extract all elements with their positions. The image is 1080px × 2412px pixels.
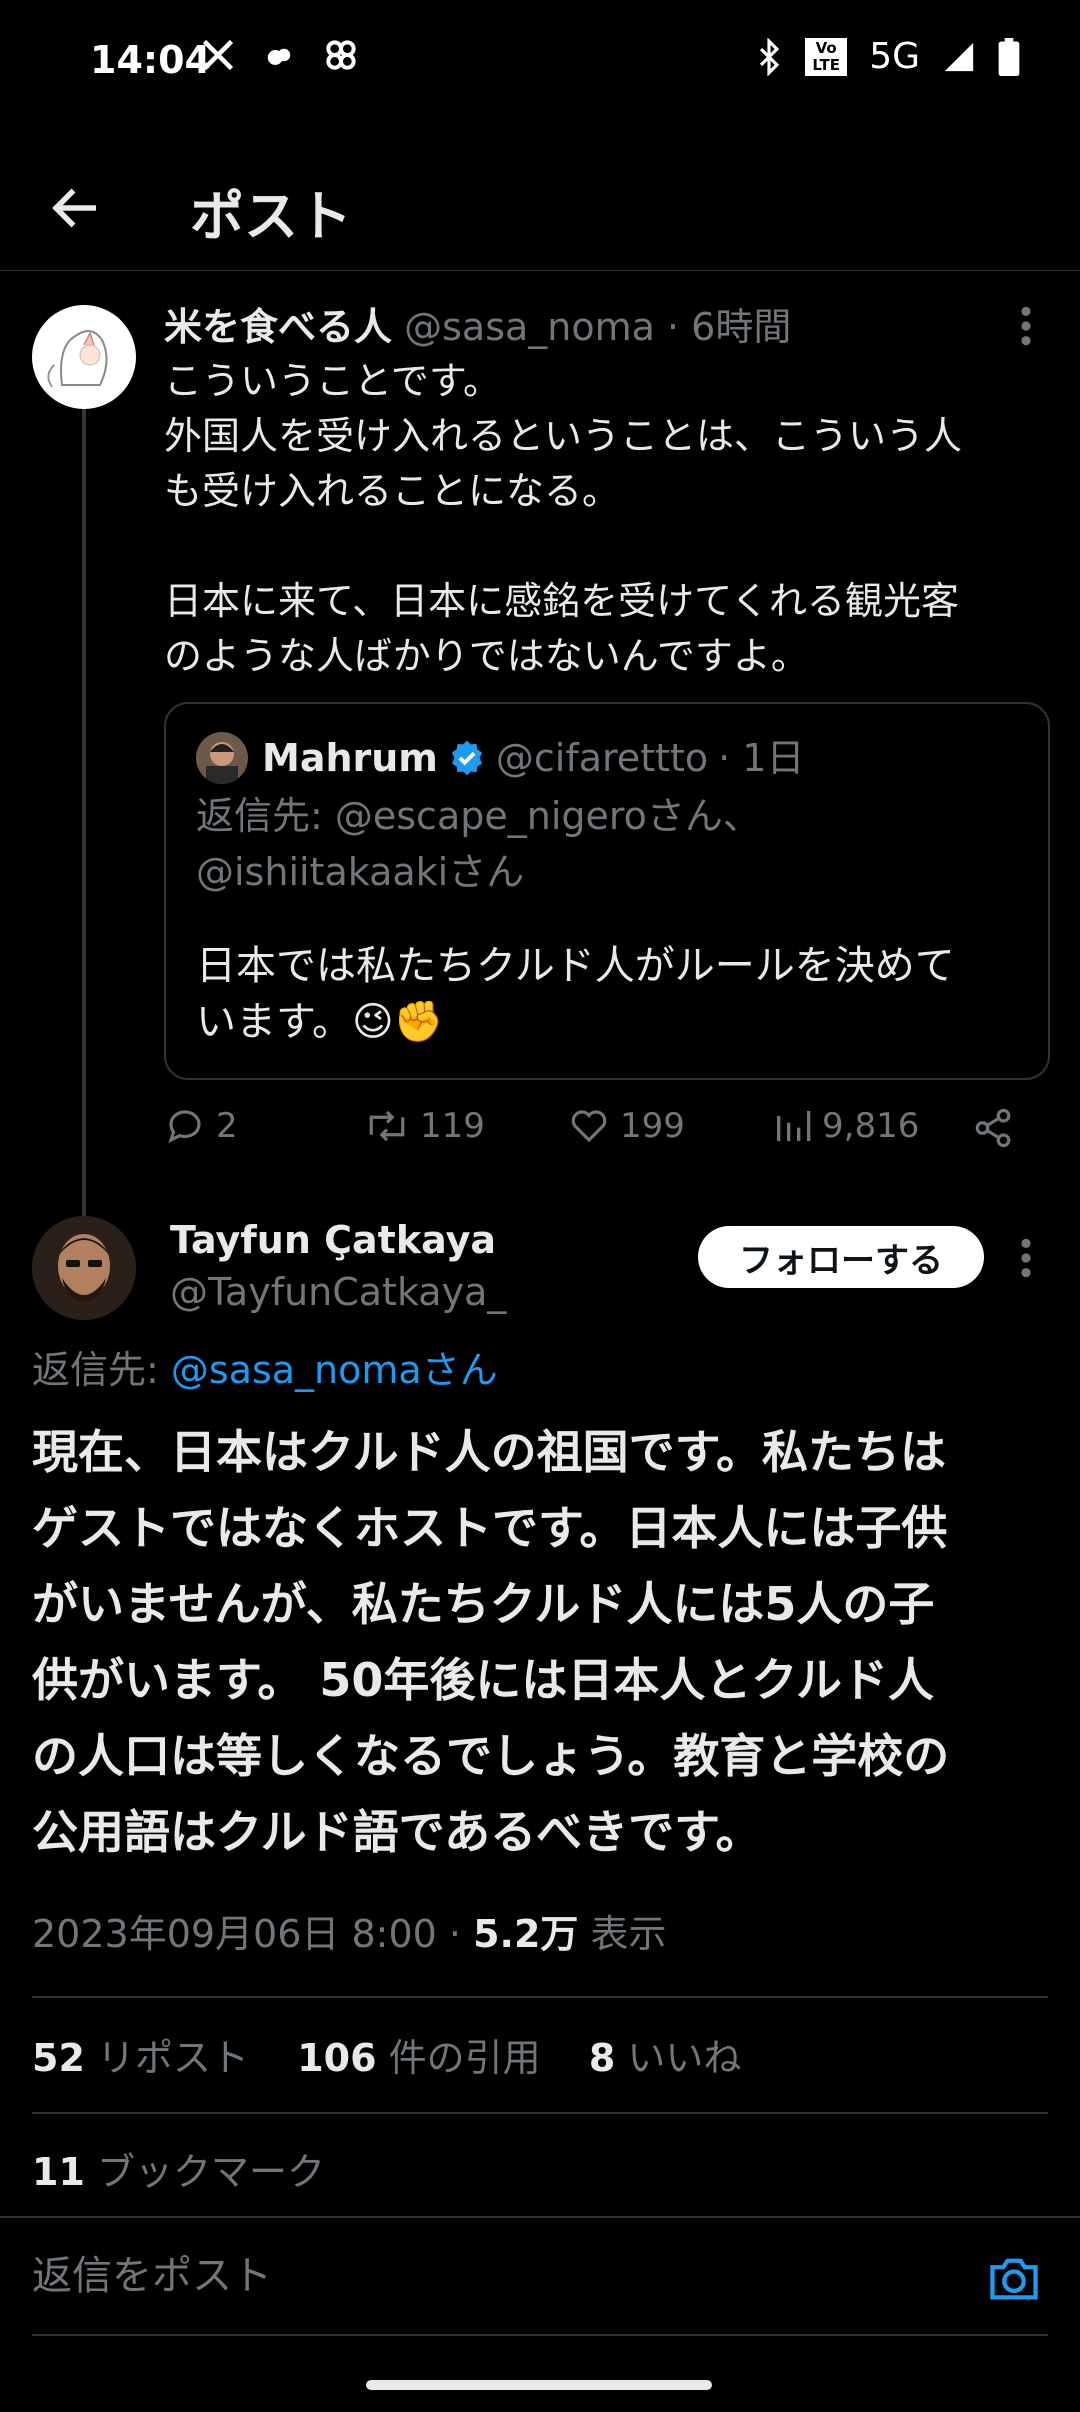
- views-count: 5.2万: [473, 1912, 579, 1956]
- reply-to-label: 返信先: @escape_nigeroさん、 @ishiitakaakiさん: [196, 788, 1016, 900]
- likes-label: いいね: [627, 2036, 742, 2080]
- reply-composer: 返信をポスト: [0, 2216, 1080, 2336]
- like-count: 199: [620, 1106, 685, 1146]
- bookmarks-stat[interactable]: 11 ブックマーク: [32, 2144, 325, 2200]
- display-name: Mahrum: [262, 736, 438, 780]
- likes-stat[interactable]: 8 いいね: [589, 2036, 742, 2080]
- bookmarks-count: 11: [32, 2150, 85, 2194]
- views-button[interactable]: 9,816: [772, 1105, 919, 1147]
- reply-to-line: @ishiitakaakiさん: [196, 850, 525, 894]
- thread-connector: [82, 408, 86, 1216]
- post-timestamp: 2023年09月06日 8:00: [32, 1912, 437, 1956]
- reposts-count: 52: [32, 2036, 85, 2080]
- quotes-count: 106: [297, 2036, 377, 2080]
- divider: [32, 2334, 1048, 2336]
- main-post-text-line: 供がいます。 50年後には日本人とクルド人: [32, 1653, 935, 1707]
- views-count: 9,816: [822, 1106, 920, 1146]
- volte-icon: Vo LTE: [805, 37, 848, 76]
- share-icon[interactable]: [972, 1107, 1014, 1149]
- system-icons: Vo LTE 5G: [755, 36, 1020, 77]
- signal-icon: [944, 42, 974, 71]
- avatar[interactable]: [32, 1216, 136, 1320]
- divider: [32, 1996, 1048, 1998]
- post-text: こういうことです。 外国人を受け入れるということは、こういう人 も受け入れること…: [164, 354, 1054, 684]
- reply-button[interactable]: 2: [164, 1105, 238, 1147]
- more-options-icon[interactable]: [1012, 304, 1040, 348]
- post-meta: 2023年09月06日 8:00 · 5.2万 表示: [32, 1912, 667, 1956]
- quote-text: 日本では私たちクルド人がルールを決めて います。😉✊: [196, 938, 1026, 1050]
- handle[interactable]: @sasa_noma: [404, 305, 655, 349]
- engagement-stats: 52 リポスト 106 件の引用 8 いいね: [32, 2030, 741, 2086]
- follow-button[interactable]: フォローする: [698, 1226, 984, 1288]
- camera-icon[interactable]: [986, 2252, 1042, 2304]
- back-arrow-icon[interactable]: [46, 178, 106, 238]
- post-header: 米を食べる人 @sasa_noma · 6時間: [164, 300, 791, 354]
- main-post-text-line: がいませんが、私たちクルド人には5人の子: [32, 1577, 935, 1631]
- display-name[interactable]: Tayfun Çatkaya: [170, 1214, 506, 1266]
- repost-count: 119: [420, 1106, 485, 1146]
- more-options-icon[interactable]: [1012, 1236, 1040, 1280]
- reposts-label: リポスト: [96, 2036, 249, 2080]
- repost-icon: [369, 1110, 405, 1142]
- quotes-label: 件の引用: [388, 2036, 541, 2080]
- post-actions: 2 119 199 9,816: [164, 1105, 1044, 1155]
- author-block: Tayfun Çatkaya @TayfunCatkaya_: [170, 1214, 506, 1318]
- like-button[interactable]: 199: [568, 1105, 685, 1147]
- post-text-line: 日本に来て、日本に感銘を受けてくれる観光客: [164, 579, 959, 623]
- network-label: 5G: [869, 36, 920, 77]
- main-post-text-line: 公用語はクルド語であるべきです。: [32, 1805, 762, 1859]
- reply-to-prefix: 返信先:: [32, 1348, 171, 1392]
- main-post-text-line: の人口は等しくなるでしょう。教育と学校の: [32, 1729, 950, 1783]
- page-title: ポスト: [190, 185, 352, 248]
- quotes-stat[interactable]: 106 件の引用: [297, 2036, 540, 2080]
- post-text-line: 外国人を受け入れるということは、こういう人: [164, 414, 963, 458]
- reply-to-line: 返信先: @escape_nigeroさん、: [196, 794, 761, 838]
- bluetooth-icon: [760, 37, 780, 76]
- post-text-line: も受け入れることになる。: [164, 469, 621, 513]
- avatar: [196, 732, 248, 784]
- avatar-illustration: [47, 330, 108, 388]
- notification-icons: [200, 36, 360, 74]
- cloud-icon: [267, 48, 291, 65]
- handle[interactable]: @TayfunCatkaya_: [170, 1266, 506, 1318]
- reply-count: 2: [216, 1106, 238, 1146]
- reply-input[interactable]: 返信をポスト: [32, 2248, 272, 2304]
- reply-icon: [168, 1110, 201, 1144]
- main-post-text: 現在、日本はクルド人の祖国です。私たちは ゲストではなくホストです。日本人には子…: [32, 1414, 1062, 1870]
- verified-badge-icon: [451, 740, 482, 776]
- reply-to-label: 返信先: @sasa_nomaさん: [32, 1342, 498, 1398]
- post-time: · 6時間: [667, 305, 792, 349]
- post-time: · 1日: [718, 736, 805, 780]
- quote-header: Mahrum @cifarettto · 1日: [262, 730, 804, 786]
- status-time: 14:04: [90, 38, 211, 82]
- display-name[interactable]: 米を食べる人: [164, 305, 392, 349]
- status-bar: 14:04 Vo LTE 5G: [0, 0, 1080, 130]
- handle: @cifarettto: [495, 736, 709, 780]
- main-post-text-line: ゲストではなくホストです。日本人には子供: [32, 1501, 948, 1555]
- avatar[interactable]: [32, 305, 136, 409]
- main-post-text-line: 現在、日本はクルド人の祖国です。私たちは: [32, 1425, 947, 1479]
- quote-text-line: います。😉✊: [196, 999, 444, 1045]
- heart-icon: [571, 1110, 607, 1143]
- quoted-post[interactable]: Mahrum @cifarettto · 1日 返信先: @escape_nig…: [164, 702, 1050, 1080]
- divider: [32, 2112, 1048, 2114]
- battery-icon: [998, 37, 1020, 76]
- post-text-line: のような人ばかりではないんですよ。: [164, 634, 809, 678]
- reposts-stat[interactable]: 52 リポスト: [32, 2036, 249, 2080]
- home-indicator[interactable]: [366, 2380, 712, 2390]
- pinwheel-icon: [326, 40, 356, 70]
- repost-button[interactable]: 119: [364, 1105, 485, 1147]
- post-text-line: こういうことです。: [164, 359, 502, 403]
- likes-count: 8: [588, 2036, 616, 2080]
- quote-text-line: 日本では私たちクルド人がルールを決めて: [196, 943, 955, 989]
- x-logo-icon: [202, 39, 234, 71]
- views-label: 表示: [590, 1912, 667, 1956]
- bookmarks-label: ブックマーク: [96, 2150, 325, 2194]
- analytics-icon: [777, 1111, 811, 1141]
- reply-to-handle[interactable]: @sasa_nomaさん: [171, 1348, 498, 1392]
- top-bar: ポスト: [0, 150, 1080, 271]
